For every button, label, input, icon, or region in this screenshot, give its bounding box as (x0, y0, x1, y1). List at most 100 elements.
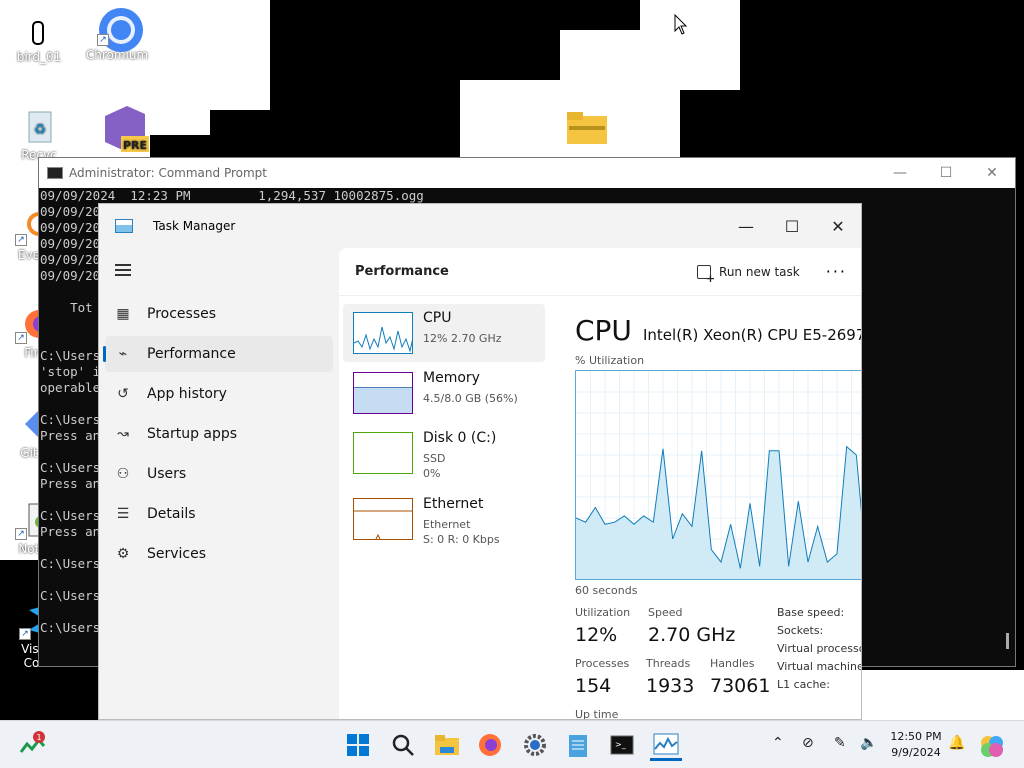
desktop-icon-zip-folder[interactable] (550, 108, 620, 150)
nav-item-services[interactable]: ⚙ Services (105, 536, 333, 572)
cmd-line: 09/09/20 (40, 204, 101, 219)
terminal-taskbar-button[interactable]: >_ (606, 729, 638, 761)
notepad-icon (569, 735, 587, 757)
nav-item-processes[interactable]: ▦ Processes (105, 296, 333, 332)
tm-minimize-button[interactable]: — (723, 217, 769, 236)
clock[interactable]: 12:50 PM 9/9/2024 (888, 729, 944, 761)
cmd-maximize-button[interactable]: ☐ (923, 165, 969, 181)
file-explorer-icon (435, 735, 459, 755)
volume-icon[interactable]: 🔈 (860, 735, 877, 751)
notification-badge: 1 (36, 733, 41, 742)
resource-disk[interactable]: Disk 0 (C:) SSD 0% (343, 424, 545, 482)
resource-sub: Ethernet (423, 518, 471, 531)
cpu-utilization-graph (575, 370, 861, 580)
firefox-icon (479, 734, 501, 756)
nav-item-performance[interactable]: ⌁ Performance (103, 336, 333, 372)
search-button[interactable] (387, 729, 419, 761)
visual-studio-preview-icon: PRE (99, 104, 149, 152)
cmd-line: operable (40, 380, 101, 395)
handles-label: Handles (710, 657, 755, 670)
desktop-icon-chromium[interactable]: ↗ Chromium (82, 6, 152, 62)
resource-sub: S: 0 R: 0 Kbps (423, 533, 500, 546)
detail-title: CPU (575, 314, 632, 347)
cmd-line: C:\Users (40, 412, 101, 427)
hamburger-menu-icon[interactable] (115, 264, 131, 276)
resource-ethernet[interactable]: Ethernet Ethernet S: 0 R: 0 Kbps (343, 490, 545, 548)
cmd-line: Press an (40, 428, 101, 443)
tm-title: Task Manager (153, 219, 236, 233)
cmd-title: Administrator: Command Prompt (69, 166, 267, 180)
resource-sub: 12% 2.70 GHz (423, 332, 502, 345)
nav-item-details[interactable]: ☰ Details (105, 496, 333, 532)
run-new-task-button[interactable]: Run new task (697, 264, 800, 285)
wallpaper-shape (640, 0, 740, 90)
windows-start-icon (347, 734, 369, 756)
more-options-button[interactable]: ··· (826, 262, 847, 281)
performance-header: Performance Run new task ··· (339, 248, 861, 296)
users-icon: ⚇ (116, 466, 130, 482)
processes-value: 154 (575, 675, 612, 697)
nav-item-label: Performance (147, 346, 236, 362)
threads-label: Threads (646, 657, 691, 670)
nav-item-app-history[interactable]: ↺ App history (105, 376, 333, 412)
desktop-icon-visual-studio[interactable]: PRE (84, 104, 154, 152)
widgets-button[interactable]: 1 (16, 729, 48, 761)
cmd-titlebar[interactable]: Administrator: Command Prompt — ☐ ✕ (39, 158, 1015, 188)
cmd-line: C:\Users (40, 620, 101, 635)
pen-icon[interactable]: ✎ (834, 735, 846, 751)
notepad-taskbar-button[interactable] (562, 729, 594, 761)
copilot-icon[interactable] (980, 735, 1004, 761)
watermark-line: e_release.240308-1400 (876, 700, 1018, 714)
utilization-axis-label: % Utilization (575, 354, 645, 367)
cmd-line: 09/09/2024 12:23 PM 1,294,537 10002875.o… (40, 188, 424, 203)
nav-item-label: App history (147, 386, 227, 402)
task-manager-icon (653, 733, 679, 754)
processes-label: Processes (575, 657, 630, 670)
uptime-label: Up time (575, 708, 619, 720)
resource-memory[interactable]: Memory 4.5/8.0 GB (56%) (343, 364, 545, 422)
cpu-thumbnail-graph (353, 312, 413, 354)
tm-close-button[interactable]: ✕ (815, 217, 861, 236)
cmd-minimize-button[interactable]: — (877, 165, 923, 181)
utilization-value: 12% (575, 624, 618, 646)
cmd-line: C:\Users (40, 508, 101, 523)
network-icon[interactable]: ⊘ (802, 735, 814, 751)
resource-name: Disk 0 (C:) (423, 430, 497, 446)
base-speed-label: Base speed: (777, 606, 845, 619)
desktop-icon-bird[interactable]: bird_01 (4, 8, 74, 64)
chevron-up-icon[interactable]: ⌃ (772, 735, 784, 751)
run-new-task-label: Run new task (719, 264, 800, 279)
watermark-line: 11 Pro Insider Preview (884, 686, 1018, 700)
nav-item-startup-apps[interactable]: ↝ Startup apps (105, 416, 333, 452)
cmd-close-button[interactable]: ✕ (969, 165, 1015, 181)
task-manager-taskbar-button[interactable] (650, 729, 682, 761)
file-explorer-button[interactable] (431, 729, 463, 761)
cmd-scrollbar[interactable] (1006, 633, 1009, 649)
tm-maximize-button[interactable]: ☐ (769, 217, 815, 236)
svg-text:>_: >_ (615, 740, 627, 749)
settings-taskbar-button[interactable] (519, 729, 551, 761)
desktop-icon-recycle-bin[interactable]: ♻ Recyc (4, 106, 74, 162)
notification-bell-icon[interactable]: 🔔 (948, 735, 965, 751)
wallpaper-shape (210, 0, 270, 110)
services-icon: ⚙ (116, 546, 130, 562)
taskbar: 1 >_ ⌃ ⊘ ✎ 🔈 12:50 PM 9/9/2024 🔔 (0, 720, 1024, 768)
tm-nav: ▦ Processes ⌁ Performance ↺ App history … (99, 248, 339, 719)
run-task-icon (697, 264, 715, 285)
firefox-taskbar-button[interactable] (474, 729, 506, 761)
resource-name: Memory (423, 370, 480, 386)
cmd-line: C:\Users (40, 588, 101, 603)
tm-titlebar[interactable]: Task Manager — ☐ ✕ (99, 204, 861, 248)
nav-item-users[interactable]: ⚇ Users (105, 456, 333, 492)
ethernet-thumbnail-graph (353, 498, 413, 540)
history-icon: ↺ (117, 386, 129, 402)
start-button[interactable] (342, 729, 374, 761)
desktop: bird_01 ↗ Chromium ♻ Recyc PRE ↗ Every ↗… (0, 0, 1024, 720)
details-icon: ☰ (116, 506, 130, 522)
disk-thumbnail-graph (353, 432, 413, 474)
sockets-label: Sockets: (777, 624, 824, 637)
search-icon (392, 734, 414, 756)
task-manager-window[interactable]: Task Manager — ☐ ✕ ▦ Processes ⌁ Perform… (98, 203, 862, 720)
resource-cpu[interactable]: CPU 12% 2.70 GHz (343, 304, 545, 362)
resource-sub: SSD (423, 452, 446, 465)
